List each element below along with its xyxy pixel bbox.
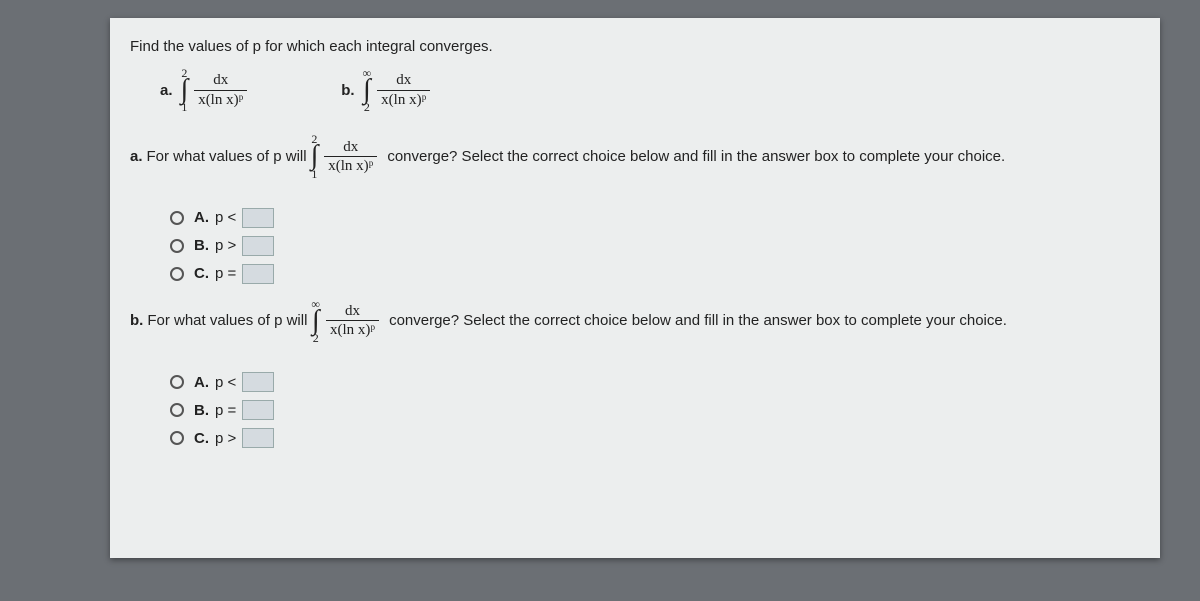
integral-b: b. ∞ ∫ 2 dx x(ln x)ᵖ xyxy=(341,67,434,113)
radio-icon[interactable] xyxy=(170,267,184,281)
part-b-question: b. For what values of p will ∞ ∫ 2 dx x(… xyxy=(130,298,1140,344)
part-b-integral: ∞ ∫ 2 dx x(ln x)ᵖ xyxy=(309,298,383,344)
part-a-question: a. For what values of p will 2 ∫ 1 dx x(… xyxy=(130,133,1140,179)
part-a-integral: 2 ∫ 1 dx x(ln x)ᵖ xyxy=(309,133,382,179)
answer-input[interactable] xyxy=(242,372,274,392)
radio-icon[interactable] xyxy=(170,375,184,389)
question-panel: Find the values of p for which each inte… xyxy=(110,18,1160,558)
integrand-b: dx x(ln x)ᵖ xyxy=(377,72,430,108)
integrals-display: a. 2 ∫ 1 dx x(ln x)ᵖ b. ∞ ∫ 2 dx x(ln x)… xyxy=(130,61,1140,119)
choice-b-C[interactable]: C. p > xyxy=(170,428,1140,448)
answer-input[interactable] xyxy=(242,400,274,420)
integral-a: a. 2 ∫ 1 dx x(ln x)ᵖ xyxy=(160,67,251,113)
part-a-choices: A. p < B. p > C. p = xyxy=(170,208,1140,284)
part-b-before: For what values of p will xyxy=(147,312,307,329)
answer-input[interactable] xyxy=(242,208,274,228)
part-a-label: a. xyxy=(130,148,143,165)
answer-input[interactable] xyxy=(242,428,274,448)
part-b-choices: A. p < B. p = C. p > xyxy=(170,372,1140,448)
choice-b-A[interactable]: A. p < xyxy=(170,372,1140,392)
integral-symbol: 2 ∫ 1 xyxy=(181,67,189,113)
integral-b-label: b. xyxy=(341,82,354,99)
answer-input[interactable] xyxy=(242,236,274,256)
radio-icon[interactable] xyxy=(170,431,184,445)
instruction-text: Find the values of p for which each inte… xyxy=(130,38,1140,55)
answer-input[interactable] xyxy=(242,264,274,284)
part-a-after: converge? Select the correct choice belo… xyxy=(387,148,1005,165)
integral-a-label: a. xyxy=(160,82,173,99)
choice-a-B[interactable]: B. p > xyxy=(170,236,1140,256)
part-b-label: b. xyxy=(130,312,143,329)
choice-a-C[interactable]: C. p = xyxy=(170,264,1140,284)
choice-b-B[interactable]: B. p = xyxy=(170,400,1140,420)
choice-a-A[interactable]: A. p < xyxy=(170,208,1140,228)
radio-icon[interactable] xyxy=(170,239,184,253)
integrand-a: dx x(ln x)ᵖ xyxy=(194,72,247,108)
integral-symbol: ∞ ∫ 2 xyxy=(363,67,372,113)
radio-icon[interactable] xyxy=(170,211,184,225)
radio-icon[interactable] xyxy=(170,403,184,417)
part-b-after: converge? Select the correct choice belo… xyxy=(389,312,1007,329)
part-a-before: For what values of p will xyxy=(147,148,307,165)
